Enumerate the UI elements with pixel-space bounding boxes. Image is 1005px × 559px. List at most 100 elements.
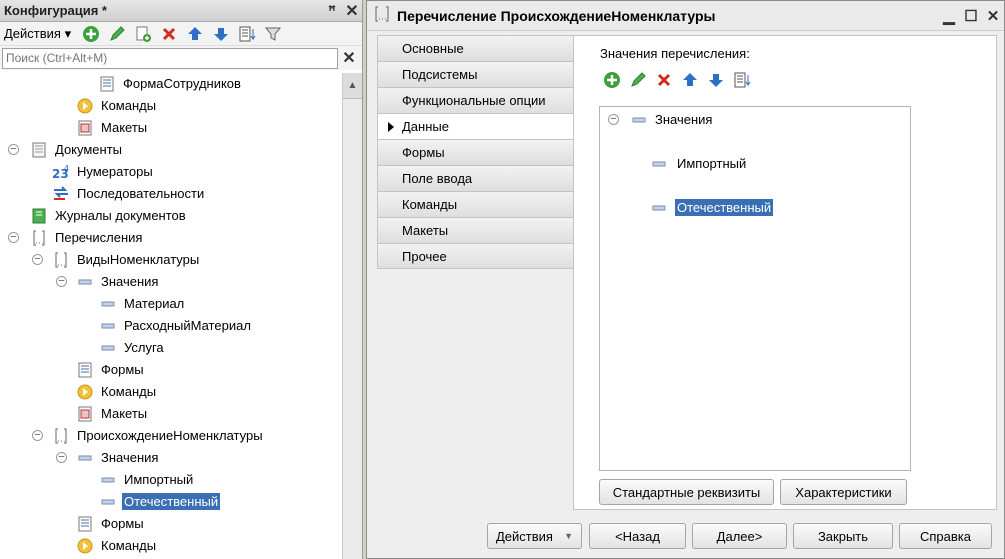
tree-item[interactable]: Формы — [0, 359, 342, 381]
collapse-toggle-icon[interactable]: − — [56, 276, 67, 287]
edit-icon[interactable] — [107, 24, 127, 44]
clear-search-icon[interactable]: ✕ — [338, 48, 360, 68]
collapse-toggle-icon[interactable]: − — [8, 144, 19, 155]
tree-item-label: Макеты — [101, 406, 148, 421]
close-icon[interactable]: ✕ — [342, 1, 362, 21]
add-icon[interactable] — [602, 70, 622, 90]
values-root-row[interactable]: − Значения — [600, 109, 910, 131]
tree-item[interactable]: − Значения — [0, 271, 342, 293]
tree-item-label: Отечественный — [122, 493, 221, 510]
collapse-toggle-icon[interactable]: − — [32, 254, 43, 265]
characteristics-button[interactable]: Характеристики — [780, 479, 907, 505]
copy-icon[interactable] — [133, 24, 153, 44]
tree-item[interactable]: − ПроисхождениеНоменклатуры — [0, 425, 342, 447]
value-icon — [650, 199, 668, 217]
tab-label: Макеты — [402, 223, 449, 238]
footer-actions-label: Действия — [496, 528, 553, 544]
sort-icon[interactable] — [732, 70, 752, 90]
tree-item[interactable]: Последовательности — [0, 183, 342, 205]
close-window-icon[interactable]: ✕ — [982, 7, 1004, 25]
enum-icon — [373, 5, 391, 26]
maximize-icon[interactable]: ☐ — [960, 7, 982, 25]
tab-2[interactable]: Функциональные опции — [377, 87, 574, 113]
delete-icon[interactable] — [159, 24, 179, 44]
tree-item-label: ВидыНоменклатуры — [77, 252, 200, 267]
tree-item[interactable]: Макеты — [0, 403, 342, 425]
delete-icon[interactable] — [654, 70, 674, 90]
tab-3[interactable]: Данные — [377, 113, 574, 139]
form-icon — [76, 515, 94, 533]
template-icon — [76, 119, 94, 137]
value-icon — [76, 273, 94, 291]
tab-6[interactable]: Команды — [377, 191, 574, 217]
tab-0[interactable]: Основные — [377, 35, 574, 61]
tree-item-label: Журналы документов — [55, 208, 186, 223]
tree-item[interactable]: − Значения — [0, 447, 342, 469]
document-icon — [30, 141, 48, 159]
tab-label: Функциональные опции — [402, 93, 546, 108]
tree-item[interactable]: Команды — [0, 535, 342, 557]
scroll-up-icon[interactable]: ▲ — [343, 73, 362, 99]
footer-actions-button[interactable]: Действия ▼ — [487, 523, 582, 549]
chevron-down-icon: ▼ — [564, 531, 573, 541]
collapse-toggle-icon[interactable]: − — [32, 430, 43, 441]
tab-5[interactable]: Поле ввода — [377, 165, 574, 191]
tab-8[interactable]: Прочее — [377, 243, 574, 269]
tree-item[interactable]: − Документы — [0, 139, 342, 161]
filter-icon[interactable] — [263, 24, 283, 44]
actions-menu[interactable]: Действия ▾ — [4, 26, 71, 42]
list-item[interactable]: Отечественный — [600, 197, 910, 219]
move-down-icon[interactable] — [211, 24, 231, 44]
tree-item[interactable]: − ВидыНоменклатуры — [0, 249, 342, 271]
tree-item[interactable]: ФормаСотрудников — [0, 73, 342, 95]
tab-4[interactable]: Формы — [377, 139, 574, 165]
sort-icon[interactable] — [237, 24, 257, 44]
value-icon — [99, 317, 117, 335]
collapse-toggle-icon[interactable]: − — [56, 452, 67, 463]
tree-item[interactable]: Макеты — [0, 117, 342, 139]
tab-1[interactable]: Подсистемы — [377, 61, 574, 87]
move-down-icon[interactable] — [706, 70, 726, 90]
collapse-toggle-icon[interactable]: − — [8, 232, 19, 243]
tree-scrollbar[interactable]: ▲ — [342, 73, 362, 559]
tree-item[interactable]: Формы — [0, 513, 342, 535]
tree-item[interactable]: 23 4 Нумераторы — [0, 161, 342, 183]
pin-icon[interactable]: ꟸ — [322, 3, 342, 19]
value-icon — [76, 449, 94, 467]
collapse-toggle-icon[interactable]: − — [608, 114, 619, 125]
standard-attributes-button[interactable]: Стандартные реквизиты — [599, 479, 774, 505]
tree-item[interactable]: Команды — [0, 381, 342, 403]
numerator-icon: 23 4 — [52, 163, 70, 181]
value-label-selected: Отечественный — [675, 199, 774, 216]
tree-item[interactable]: Команды — [0, 95, 342, 117]
tree-item-label: ФормаСотрудников — [123, 76, 241, 91]
tree-item-label: Импортный — [124, 472, 194, 487]
tree-item-label: Формы — [101, 516, 144, 531]
tree-item[interactable]: Материал — [0, 293, 342, 315]
tree-item[interactable]: Услуга — [0, 337, 342, 359]
tree-item[interactable]: РасходныйМатериал — [0, 315, 342, 337]
list-item[interactable]: Импортный — [600, 153, 910, 175]
tree-item[interactable]: Импортный — [0, 469, 342, 491]
tree-item[interactable]: − Перечисления — [0, 227, 342, 249]
add-icon[interactable] — [81, 24, 101, 44]
tree-item-label: РасходныйМатериал — [124, 318, 251, 333]
move-up-icon[interactable] — [185, 24, 205, 44]
tab-label: Команды — [402, 197, 458, 212]
tree-item[interactable]: Отечественный — [0, 491, 342, 513]
help-button[interactable]: Справка — [899, 523, 992, 549]
next-button[interactable]: Далее> — [692, 523, 787, 549]
value-icon — [99, 493, 117, 511]
back-button[interactable]: <Назад — [589, 523, 686, 549]
enum-icon — [52, 427, 70, 445]
form-icon — [76, 361, 94, 379]
search-input[interactable] — [2, 47, 338, 69]
tree-item-label: Формы — [101, 362, 144, 377]
tab-7[interactable]: Макеты — [377, 217, 574, 243]
values-label: Значения перечисления: — [600, 46, 750, 61]
minimize-icon[interactable]: ▁ — [938, 7, 960, 25]
close-button[interactable]: Закрыть — [793, 523, 893, 549]
tree-item[interactable]: Журналы документов — [0, 205, 342, 227]
move-up-icon[interactable] — [680, 70, 700, 90]
edit-icon[interactable] — [628, 70, 648, 90]
